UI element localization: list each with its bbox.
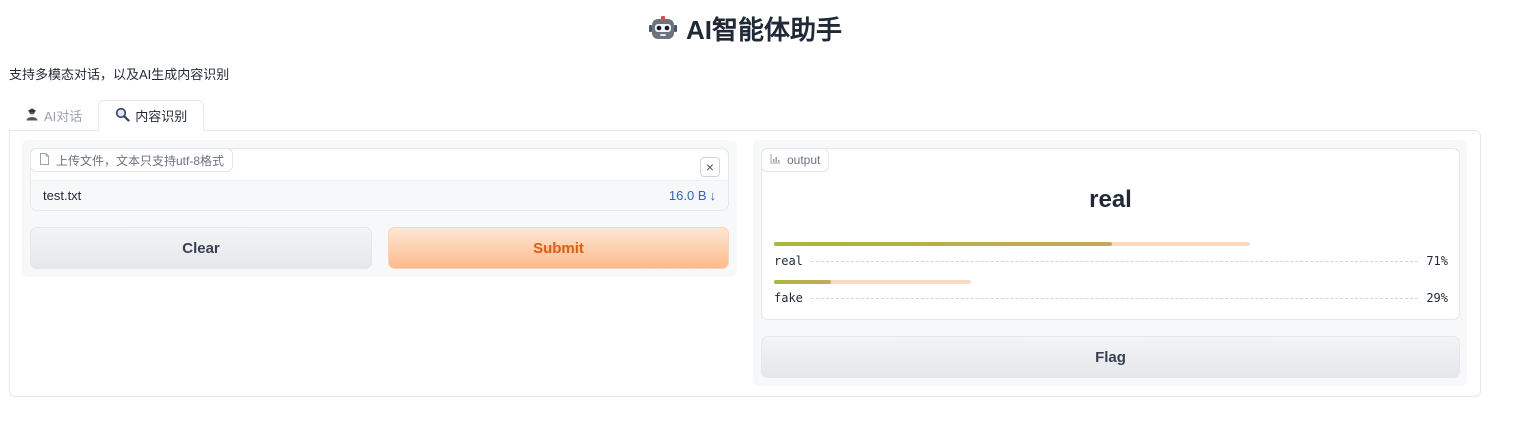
- app-title: AI智能体助手: [0, 10, 1490, 46]
- confidence-value: 71%: [1426, 254, 1448, 268]
- output-label-text: output: [787, 153, 821, 167]
- app-subtitle: 支持多模态对话，以及AI生成内容识别: [9, 67, 230, 82]
- output-top-label: real: [1089, 186, 1132, 213]
- tab-content-recognition[interactable]: 内容识别: [98, 100, 205, 131]
- confidence-bar-real: [774, 242, 1250, 246]
- clear-button[interactable]: Clear: [30, 227, 372, 269]
- app-title-text: AI智能体助手: [685, 14, 842, 45]
- search-icon: [115, 107, 130, 125]
- chart-icon: [770, 153, 781, 167]
- dotted-leader: [810, 297, 1419, 299]
- confidence-bar-fake: [774, 280, 971, 284]
- tab-content-recognition-label: 内容识别: [135, 109, 188, 124]
- output-label: output: [761, 148, 830, 172]
- confidence-row-real: real 71%: [774, 253, 1448, 269]
- close-icon[interactable]: ×: [700, 157, 720, 177]
- download-icon: ↓: [709, 188, 717, 203]
- confidence-bar-fill-real: [774, 242, 1112, 246]
- confidence-row-fake: fake 29%: [774, 290, 1448, 306]
- confidence-bar-fill-fake: [774, 280, 832, 284]
- file-upload-label-text: 上传文件，文本只支持utf-8格式: [56, 153, 225, 168]
- file-name: test.txt: [43, 188, 82, 203]
- tab-ai-chat-label: AI对话: [44, 108, 83, 124]
- flag-button[interactable]: Flag: [761, 336, 1460, 378]
- tab-ai-chat[interactable]: AI对话: [9, 100, 98, 130]
- robot-icon: [648, 16, 677, 39]
- file-icon: [39, 152, 50, 168]
- file-download-link[interactable]: 16.0 B ↓: [669, 188, 716, 203]
- file-size: 16.0 B: [668, 188, 707, 203]
- confidence-label: real: [774, 254, 803, 268]
- tab-bar: AI对话 内容识别: [9, 100, 205, 131]
- dotted-leader: [810, 260, 1419, 262]
- confidence-value: 29%: [1426, 291, 1448, 305]
- user-icon: [25, 107, 39, 124]
- file-upload-label: 上传文件，文本只支持utf-8格式: [30, 148, 234, 172]
- confidence-label: fake: [774, 291, 803, 305]
- submit-button[interactable]: Submit: [388, 227, 729, 269]
- uploaded-file-row: test.txt 16.0 B ↓: [31, 180, 728, 210]
